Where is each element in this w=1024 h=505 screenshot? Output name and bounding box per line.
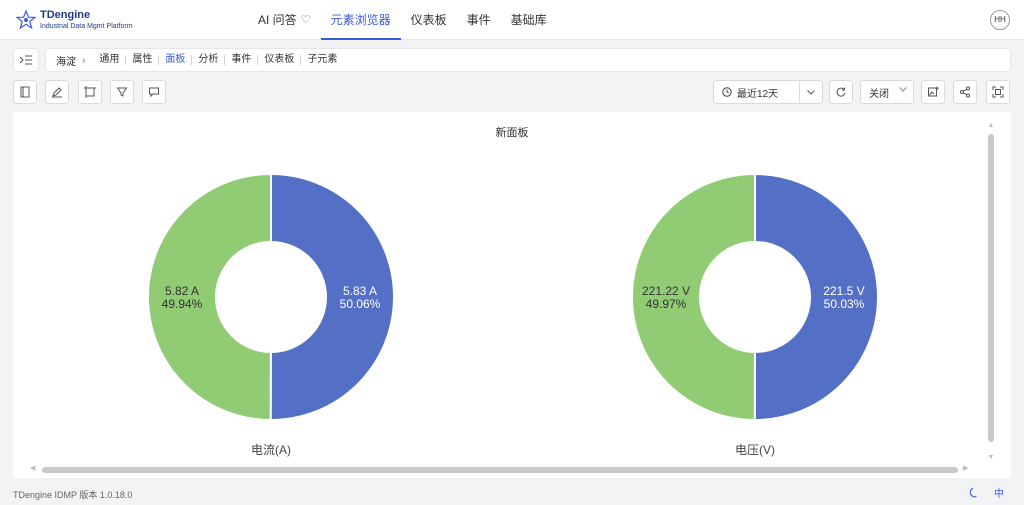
chart-title-current: 电流(A) xyxy=(251,443,291,457)
image-add-icon xyxy=(928,86,939,97)
scroll-left-icon[interactable]: ◀ xyxy=(30,464,35,472)
slice-value-label: 5.83 A xyxy=(343,284,377,298)
refresh-button[interactable] xyxy=(829,80,853,104)
nav-library[interactable]: 基础库 xyxy=(501,0,557,40)
slice-percent-label: 50.06% xyxy=(340,297,381,311)
tab-attributes[interactable]: 属性 xyxy=(126,55,160,65)
clock-icon xyxy=(722,87,732,97)
nav-element-browser-label: 元素浏览器 xyxy=(330,13,391,27)
breadcrumb: 海淀 › 通用 属性 面板 分析 事件 仪表板 子元素 xyxy=(45,48,1011,72)
slice-value-label: 221.22 V xyxy=(642,284,690,298)
crop-icon xyxy=(84,86,96,98)
filter-button[interactable] xyxy=(110,80,134,104)
chevron-down-icon[interactable] xyxy=(800,89,822,95)
scroll-up-icon[interactable]: ▲ xyxy=(987,122,995,129)
nav-dashboard-label: 仪表板 xyxy=(410,13,447,27)
fit-button[interactable] xyxy=(78,80,102,104)
edit-button[interactable] xyxy=(45,80,69,104)
dashboard-panel: 新面板 5.83 A 50.06% 5.82 A 49.94% 电流(A) 221.5… xyxy=(13,112,1011,478)
document-icon xyxy=(20,86,30,98)
horizontal-scrollbar[interactable]: ◀ ▶ xyxy=(30,464,970,474)
fullscreen-button[interactable] xyxy=(986,80,1010,104)
vertical-scroll-thumb[interactable] xyxy=(988,134,994,442)
nav-library-label: 基础库 xyxy=(510,13,547,27)
nav-ai-qa[interactable]: AI 问答 ♡ xyxy=(248,0,321,40)
language-toggle[interactable]: 中 xyxy=(994,485,1004,500)
nav-ai-qa-label: AI 问答 xyxy=(258,13,297,27)
slice-value-label: 221.5 V xyxy=(823,284,864,298)
slice-percent-label: 49.97% xyxy=(646,297,687,311)
time-range-select[interactable]: 最近12天 xyxy=(713,80,823,104)
tab-dashboard[interactable]: 仪表板 xyxy=(258,55,302,65)
filter-icon xyxy=(116,87,128,97)
panel-title: 新面板 xyxy=(495,127,529,139)
add-image-button[interactable] xyxy=(921,80,945,104)
nav-dashboard[interactable]: 仪表板 xyxy=(401,0,457,40)
indent-icon xyxy=(20,55,32,65)
version-label: TDengine IDMP 版本 1.0.18.0 xyxy=(13,490,133,500)
fullscreen-icon xyxy=(992,86,1004,98)
comment-button[interactable] xyxy=(142,80,166,104)
logo-subtitle: Industrial Data Mgmt Platform xyxy=(40,23,133,30)
nav-events[interactable]: 事件 xyxy=(457,0,501,40)
breadcrumb-root[interactable]: 海淀 xyxy=(56,53,76,68)
pie-chart-current: 5.83 A 50.06% 5.82 A 49.94% 电流(A) xyxy=(146,172,396,457)
slice-percent-label: 50.03% xyxy=(824,297,865,311)
tab-events[interactable]: 事件 xyxy=(225,55,259,65)
chevron-right-icon: › xyxy=(82,54,86,66)
time-range-value: 最近12天 xyxy=(737,88,779,100)
panel-list-button[interactable] xyxy=(13,80,37,104)
tdengine-logo-icon xyxy=(16,10,36,30)
chart-title-voltage: 电压(V) xyxy=(735,443,775,457)
top-header: TDengine Industrial Data Mgmt Platform A… xyxy=(0,0,1024,40)
main-nav: AI 问答 ♡ 元素浏览器 仪表板 事件 基础库 xyxy=(248,0,557,40)
sparkle-icon: ♡ xyxy=(300,14,311,26)
nav-events-label: 事件 xyxy=(466,13,491,27)
tab-general[interactable]: 通用 xyxy=(93,55,127,65)
moon-icon[interactable] xyxy=(968,487,980,499)
logo-title: TDengine xyxy=(40,9,91,21)
tab-panel[interactable]: 面板 xyxy=(159,55,193,65)
sidebar-toggle-button[interactable] xyxy=(13,48,39,72)
share-icon xyxy=(960,86,970,98)
donut-chart-voltage: 221.5 V50.03% 221.22 V49.97% xyxy=(630,172,879,422)
share-button[interactable] xyxy=(953,80,977,104)
footer-controls: 中 xyxy=(968,485,1004,500)
tab-analysis[interactable]: 分析 xyxy=(192,55,226,65)
logo[interactable]: TDengine Industrial Data Mgmt Platform xyxy=(16,8,133,32)
tab-child-elements[interactable]: 子元素 xyxy=(301,55,343,65)
slice-value-label: 5.82 A xyxy=(165,284,199,298)
auto-refresh-select[interactable]: 关闭 xyxy=(860,80,914,104)
pen-icon xyxy=(52,87,62,98)
chevron-down-icon xyxy=(899,87,907,92)
donut-chart-current: 5.83 A50.06% 5.82 A49.94% xyxy=(146,172,395,422)
nav-element-browser[interactable]: 元素浏览器 xyxy=(320,0,401,40)
user-avatar[interactable]: HH xyxy=(990,10,1010,30)
scroll-right-icon[interactable]: ▶ xyxy=(963,464,968,472)
comment-icon xyxy=(149,87,159,98)
vertical-scrollbar[interactable]: ▲ ▼ xyxy=(987,122,995,462)
scroll-down-icon[interactable]: ▼ xyxy=(987,454,995,461)
refresh-icon xyxy=(836,87,846,97)
horizontal-scroll-thumb[interactable] xyxy=(42,467,958,473)
pie-chart-voltage: 221.5 V 50.03% 221.22 V 49.97% 电压(V) xyxy=(630,172,880,457)
auto-refresh-value: 关闭 xyxy=(869,88,889,100)
slice-percent-label: 49.94% xyxy=(162,297,203,311)
